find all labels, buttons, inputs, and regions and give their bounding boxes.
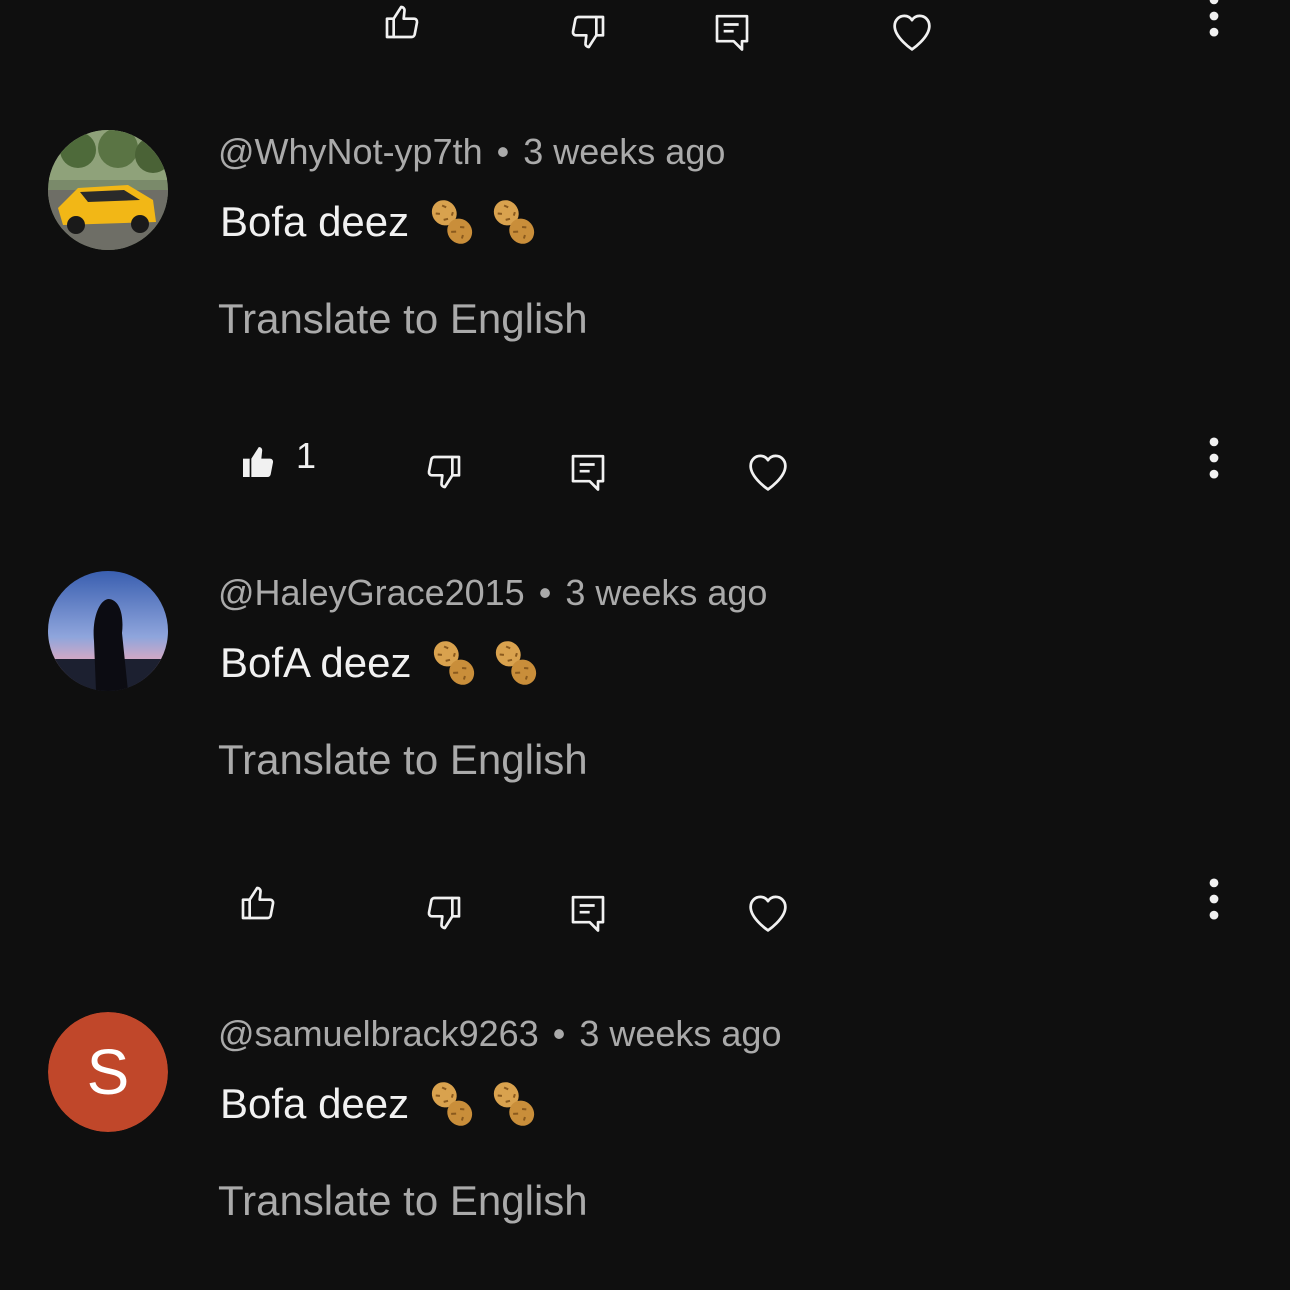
heart-button[interactable] — [890, 0, 934, 64]
comment-text: BofA deez — [220, 635, 543, 691]
meta-separator: • — [496, 131, 510, 172]
reply-button[interactable] — [712, 0, 752, 64]
comment-meta: @samuelbrack9263 • 3 weeks ago — [218, 1012, 781, 1056]
peanut-icon — [432, 1082, 473, 1126]
peanut-icon — [494, 1082, 535, 1126]
reply-button[interactable] — [568, 881, 608, 945]
dislike-button[interactable] — [568, 0, 608, 64]
meta-separator: • — [538, 572, 552, 613]
avatar[interactable]: S — [48, 1012, 168, 1132]
translate-button[interactable]: Translate to English — [218, 1176, 588, 1226]
heart-icon — [749, 454, 787, 491]
comment-timestamp[interactable]: 3 weeks ago — [579, 1013, 781, 1054]
like-count: 1 — [296, 435, 317, 476]
reply-button[interactable] — [568, 440, 608, 504]
thumbs-down-icon — [427, 896, 461, 930]
peanut-icon — [434, 641, 475, 685]
thumbs-down-icon — [571, 15, 605, 49]
more-vertical-icon — [1209, 0, 1219, 37]
like-button[interactable]: 1 — [238, 430, 316, 494]
more-options-button[interactable] — [1204, 0, 1224, 48]
comment-text-content: Bofa deez — [220, 198, 410, 245]
heart-button[interactable] — [746, 440, 790, 504]
avatar[interactable] — [48, 571, 168, 691]
avatar-letter: S — [48, 1012, 168, 1132]
thumbs-up-icon — [241, 886, 275, 920]
comment-meta: @HaleyGrace2015 • 3 weeks ago — [218, 571, 767, 615]
heart-icon — [749, 895, 787, 932]
yellow-car-photo — [48, 130, 168, 250]
more-vertical-icon — [1209, 437, 1219, 479]
avatar[interactable] — [48, 130, 168, 250]
peanut-icon — [432, 200, 473, 244]
comment-actions-top — [0, 0, 1290, 54]
comments-feed: @WhyNot-yp7th • 3 weeks ago Bofa deez Tran… — [0, 0, 1290, 1290]
comment-timestamp[interactable]: 3 weeks ago — [565, 572, 767, 613]
reply-icon — [571, 454, 605, 491]
comment-text-content: BofA deez — [220, 639, 412, 686]
thumbs-down-icon — [427, 455, 461, 489]
like-button[interactable] — [238, 871, 278, 935]
comment-actions: 1 — [0, 430, 1290, 494]
comment-actions — [0, 871, 1290, 935]
heart-icon — [893, 14, 931, 51]
comment-meta: @WhyNot-yp7th • 3 weeks ago — [218, 130, 725, 174]
translate-button[interactable]: Translate to English — [218, 294, 588, 344]
comment-username[interactable]: @samuelbrack9263 — [218, 1013, 539, 1054]
comment-text-content: Bofa deez — [220, 1080, 410, 1127]
more-options-button[interactable] — [1204, 867, 1224, 931]
thumbs-up-filled-icon — [243, 447, 274, 477]
translate-button[interactable]: Translate to English — [218, 735, 588, 785]
peanut-icon — [496, 641, 537, 685]
comment-text: Bofa deez — [220, 1076, 541, 1132]
dislike-button[interactable] — [424, 881, 464, 945]
meta-separator: • — [552, 1013, 566, 1054]
comment-text: Bofa deez — [220, 194, 541, 250]
dislike-button[interactable] — [424, 440, 464, 504]
comment-username[interactable]: @HaleyGrace2015 — [218, 572, 525, 613]
heart-button[interactable] — [746, 881, 790, 945]
reply-icon — [571, 895, 605, 932]
comment-timestamp[interactable]: 3 weeks ago — [523, 131, 725, 172]
peanut-emoji-group — [425, 195, 541, 249]
peanut-icon — [494, 200, 535, 244]
comment-username[interactable]: @WhyNot-yp7th — [218, 131, 483, 172]
more-vertical-icon — [1209, 878, 1219, 920]
more-options-button[interactable] — [1204, 426, 1224, 490]
reply-icon — [715, 14, 749, 51]
silhouette-photo — [48, 571, 168, 691]
like-button[interactable] — [382, 0, 422, 54]
thumbs-up-icon — [385, 5, 419, 39]
peanut-emoji-group — [427, 636, 543, 690]
peanut-emoji-group — [425, 1077, 541, 1131]
